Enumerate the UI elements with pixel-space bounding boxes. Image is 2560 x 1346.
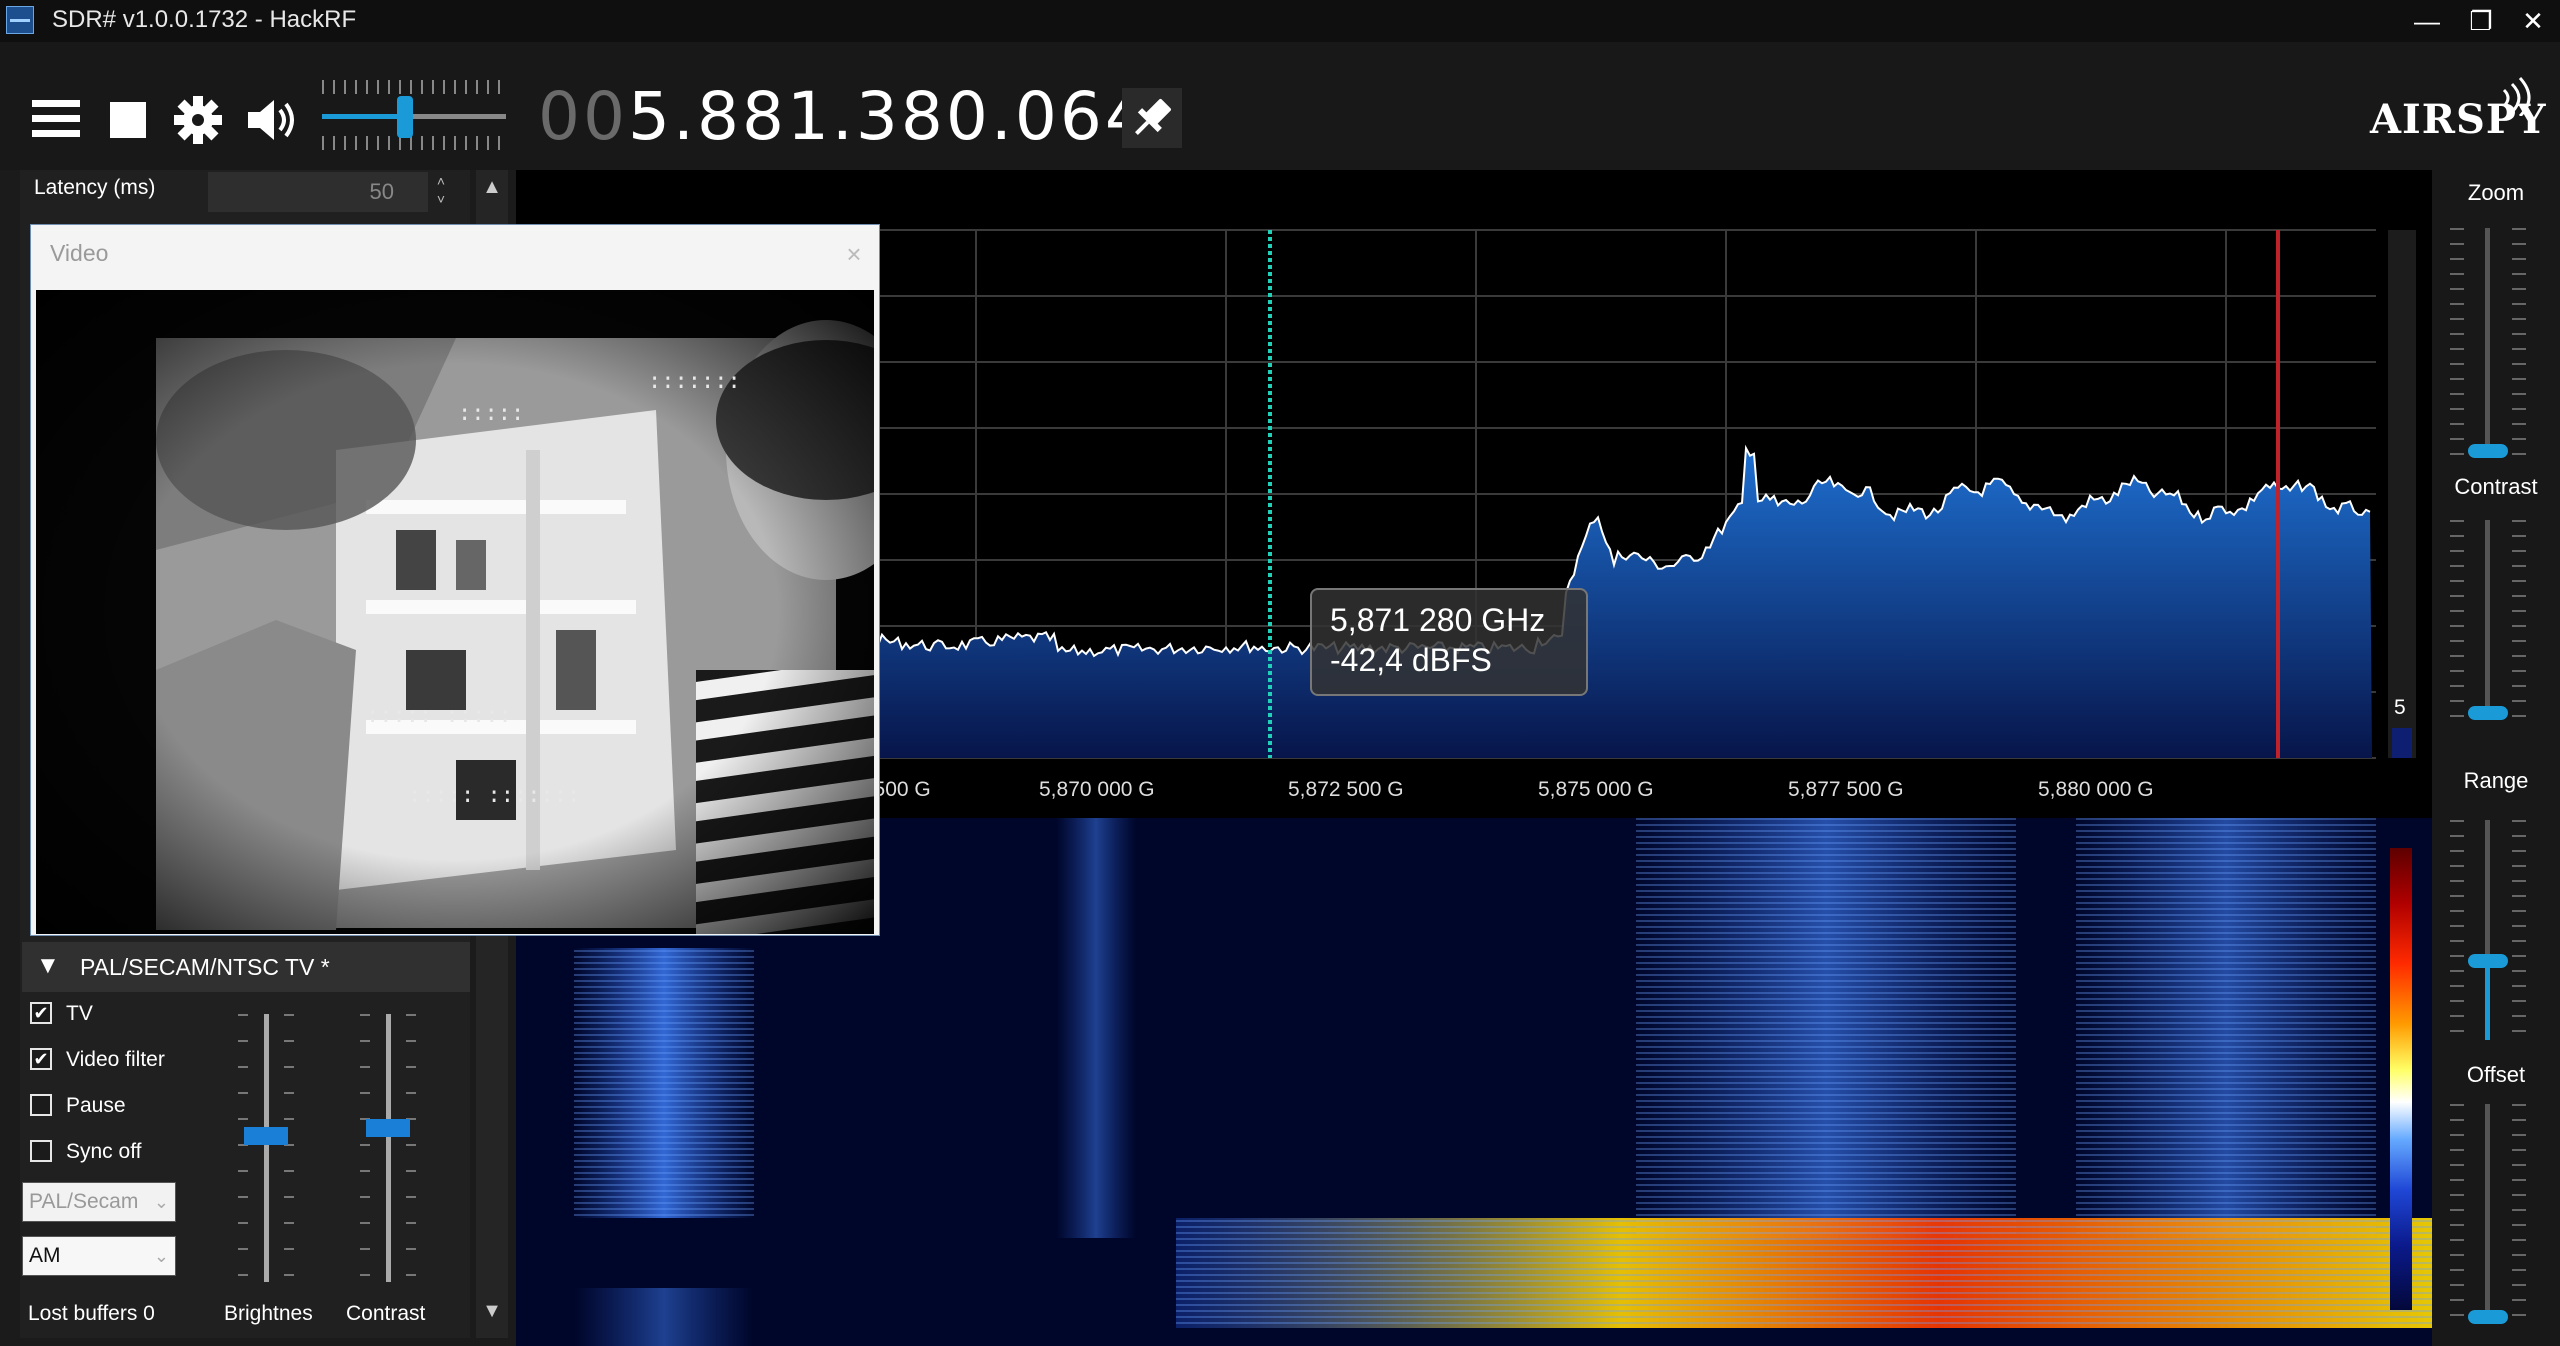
gear-icon[interactable] bbox=[170, 92, 226, 148]
svg-text::::::::: ::::::: bbox=[648, 369, 741, 394]
video-window-title: Video bbox=[50, 240, 109, 266]
stop-icon[interactable] bbox=[100, 92, 156, 148]
scroll-down-icon[interactable]: ▼ bbox=[476, 1300, 508, 1323]
zoom-indicator bbox=[2388, 230, 2416, 758]
collapse-arrow-icon[interactable]: ▼ bbox=[36, 952, 60, 980]
modulation-value: AM bbox=[29, 1244, 61, 1267]
brightness-label: Brightnes bbox=[224, 1302, 313, 1325]
app-icon bbox=[6, 6, 34, 34]
zoom-slider[interactable] bbox=[2450, 228, 2526, 458]
latency-label: Latency (ms) bbox=[34, 176, 156, 199]
video-filter-label: Video filter bbox=[66, 1048, 165, 1071]
close-button[interactable]: ✕ bbox=[2510, 2, 2556, 40]
pause-checkbox[interactable] bbox=[30, 1094, 52, 1116]
frequency-tooltip: 5,871 280 GHz -42,4 dBFS bbox=[1310, 588, 1588, 696]
tv-standard-value: PAL/Secam bbox=[29, 1190, 139, 1213]
contrast-slider[interactable] bbox=[360, 1014, 416, 1282]
frequency-display[interactable]: 005.881.380.064 bbox=[538, 78, 1150, 155]
frequency-leading-zeros: 00 bbox=[538, 78, 628, 155]
x-tick-label: 5,872 500 G bbox=[1288, 778, 1404, 801]
svg-text::::::: ::::: bbox=[458, 401, 524, 426]
x-tick-label: 5,870 000 G bbox=[1039, 778, 1155, 801]
check-icon: ✔ bbox=[33, 1049, 49, 1069]
x-tick-label: 5,880 000 G bbox=[2038, 778, 2154, 801]
menu-icon[interactable] bbox=[28, 92, 84, 148]
video-frame: ::::::: ::::: ::::: ::::: ::::: ::::::: bbox=[36, 290, 874, 934]
svg-text:::::: :::::::: ::::: ::::::: bbox=[408, 783, 580, 808]
minimize-button[interactable]: — bbox=[2404, 2, 2450, 40]
tooltip-frequency: 5,871 280 GHz bbox=[1330, 602, 1546, 638]
zoom-indicator-fill bbox=[2392, 728, 2412, 758]
x-tick-label: 5,877 500 G bbox=[1788, 778, 1904, 801]
x-tick-label: 5,875 000 G bbox=[1538, 778, 1654, 801]
tv-plugin-title: PAL/SECAM/NTSC TV * bbox=[80, 954, 330, 980]
signal-waves-icon bbox=[2498, 76, 2538, 124]
waterfall-color-scale bbox=[2390, 848, 2412, 1310]
check-icon: ✔ bbox=[33, 1003, 49, 1023]
contrast-slider-right[interactable] bbox=[2450, 520, 2526, 720]
offset-slider[interactable] bbox=[2450, 1104, 2526, 1324]
svg-text:::::: :::::: ::::: ::::: bbox=[366, 703, 512, 728]
zoom-label: Zoom bbox=[2467, 180, 2525, 205]
video-filter-checkbox[interactable]: ✔ bbox=[30, 1048, 52, 1070]
tv-standard-select[interactable]: PAL/Secam ⌄ bbox=[22, 1182, 176, 1222]
zoom-level-label: 5 bbox=[2394, 696, 2406, 719]
tv-checkbox[interactable]: ✔ bbox=[30, 1002, 52, 1024]
lost-buffers-status: Lost buffers 0 bbox=[28, 1302, 155, 1325]
latency-input[interactable] bbox=[208, 172, 428, 212]
decoded-video-image: ::::::: ::::: ::::: ::::: ::::: ::::::: bbox=[36, 290, 874, 934]
dropdown-arrow-icon: ⌄ bbox=[153, 1246, 169, 1266]
frequency-value: 5.881.380.064 bbox=[627, 78, 1150, 155]
dropdown-arrow-icon: ⌄ bbox=[153, 1192, 169, 1212]
sync-off-label: Sync off bbox=[66, 1140, 142, 1163]
tv-checkbox-label: TV bbox=[66, 1002, 93, 1025]
tooltip-level: -42,4 dBFS bbox=[1330, 642, 1492, 678]
sync-off-checkbox[interactable] bbox=[30, 1140, 52, 1162]
volume-slider[interactable] bbox=[322, 76, 506, 156]
speaker-icon[interactable] bbox=[244, 92, 300, 148]
modulation-select[interactable]: AM ⌄ bbox=[22, 1236, 176, 1276]
contrast-label: Contrast bbox=[346, 1302, 426, 1325]
brightness-slider[interactable] bbox=[238, 1014, 294, 1282]
scroll-up-icon[interactable]: ▲ bbox=[476, 176, 508, 199]
contrast-label-right: Contrast bbox=[2454, 474, 2538, 499]
range-slider[interactable] bbox=[2450, 820, 2526, 1040]
video-close-icon[interactable]: × bbox=[838, 238, 870, 270]
range-label: Range bbox=[2463, 768, 2529, 793]
restore-button[interactable]: ❐ bbox=[2458, 2, 2504, 40]
latency-spinner[interactable]: ˄ ˅ bbox=[428, 172, 454, 212]
pause-label: Pause bbox=[66, 1094, 126, 1117]
title-bar bbox=[0, 0, 2560, 42]
offset-label: Offset bbox=[2466, 1062, 2526, 1087]
window-title: SDR# v1.0.0.1732 - HackRF bbox=[52, 6, 357, 33]
pin-icon[interactable] bbox=[1122, 88, 1182, 148]
